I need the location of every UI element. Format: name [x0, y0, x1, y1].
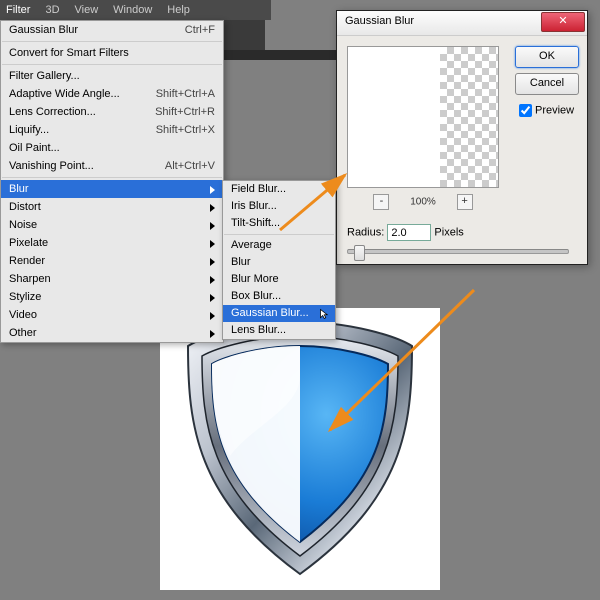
filter-menu: Gaussian BlurCtrl+F Convert for Smart Fi…: [0, 20, 224, 343]
zoom-out-button[interactable]: -: [373, 194, 389, 210]
cancel-button[interactable]: Cancel: [515, 73, 579, 95]
submenu-blur-more[interactable]: Blur More: [223, 271, 335, 288]
blur-submenu: Field Blur... Iris Blur... Tilt-Shift...…: [222, 180, 336, 340]
radius-slider[interactable]: [347, 249, 569, 254]
radius-input[interactable]: [387, 224, 431, 241]
menu-item-other[interactable]: Other: [1, 324, 223, 342]
shield-icon: [180, 316, 420, 581]
preview-label: Preview: [535, 104, 574, 116]
menu-item-distort[interactable]: Distort: [1, 198, 223, 216]
menu-item-noise[interactable]: Noise: [1, 216, 223, 234]
menu-item-oil-paint[interactable]: Oil Paint...: [1, 139, 223, 157]
submenu-lens-blur[interactable]: Lens Blur...: [223, 322, 335, 339]
menu-item-filter-gallery[interactable]: Filter Gallery...: [1, 67, 223, 85]
result-image: [160, 308, 440, 590]
menu-item-lens-correction[interactable]: Lens Correction...Shift+Ctrl+R: [1, 103, 223, 121]
menu-item-pixelate[interactable]: Pixelate: [1, 234, 223, 252]
menu-item-stylize[interactable]: Stylize: [1, 288, 223, 306]
slider-thumb[interactable]: [354, 245, 365, 261]
preview-area[interactable]: [347, 46, 499, 188]
menu-item-video[interactable]: Video: [1, 306, 223, 324]
zoom-level: 100%: [410, 197, 436, 208]
radius-unit: Pixels: [434, 226, 463, 238]
menu-3d[interactable]: 3D: [45, 4, 59, 16]
menu-item-liquify[interactable]: Liquify...Shift+Ctrl+X: [1, 121, 223, 139]
menu-item-sharpen[interactable]: Sharpen: [1, 270, 223, 288]
transparency-checker: [440, 47, 498, 187]
menu-item-adaptive-wide-angle[interactable]: Adaptive Wide Angle...Shift+Ctrl+A: [1, 85, 223, 103]
menu-filter[interactable]: Filter: [6, 4, 30, 16]
submenu-blur[interactable]: Blur: [223, 254, 335, 271]
gaussian-blur-dialog: Gaussian Blur ✕ - 100% + Radius: Pixels …: [336, 10, 588, 265]
preview-checkbox[interactable]: [519, 104, 532, 117]
submenu-field-blur[interactable]: Field Blur...: [223, 181, 335, 198]
menu-view[interactable]: View: [75, 4, 99, 16]
zoom-in-button[interactable]: +: [457, 194, 473, 210]
ok-button[interactable]: OK: [515, 46, 579, 68]
menubar: Filter 3D View Window Help: [0, 0, 271, 20]
submenu-iris-blur[interactable]: Iris Blur...: [223, 198, 335, 215]
menu-item-render[interactable]: Render: [1, 252, 223, 270]
cursor-icon: [319, 308, 331, 320]
menu-help[interactable]: Help: [167, 4, 190, 16]
menu-item-blur[interactable]: Blur: [1, 180, 223, 198]
menu-item-smart-filters[interactable]: Convert for Smart Filters: [1, 44, 223, 62]
radius-label: Radius:: [347, 226, 384, 238]
submenu-tilt-shift[interactable]: Tilt-Shift...: [223, 215, 335, 232]
submenu-box-blur[interactable]: Box Blur...: [223, 288, 335, 305]
menu-item-vanishing-point[interactable]: Vanishing Point...Alt+Ctrl+V: [1, 157, 223, 175]
menu-window[interactable]: Window: [113, 4, 152, 16]
submenu-gaussian-blur[interactable]: Gaussian Blur...: [223, 305, 335, 322]
dialog-title: Gaussian Blur: [345, 15, 414, 27]
dialog-titlebar[interactable]: Gaussian Blur ✕: [337, 11, 587, 36]
menu-item-last-filter[interactable]: Gaussian BlurCtrl+F: [1, 21, 223, 39]
zoom-controls: - 100% +: [347, 194, 499, 210]
submenu-average[interactable]: Average: [223, 237, 335, 254]
close-button[interactable]: ✕: [541, 12, 585, 32]
